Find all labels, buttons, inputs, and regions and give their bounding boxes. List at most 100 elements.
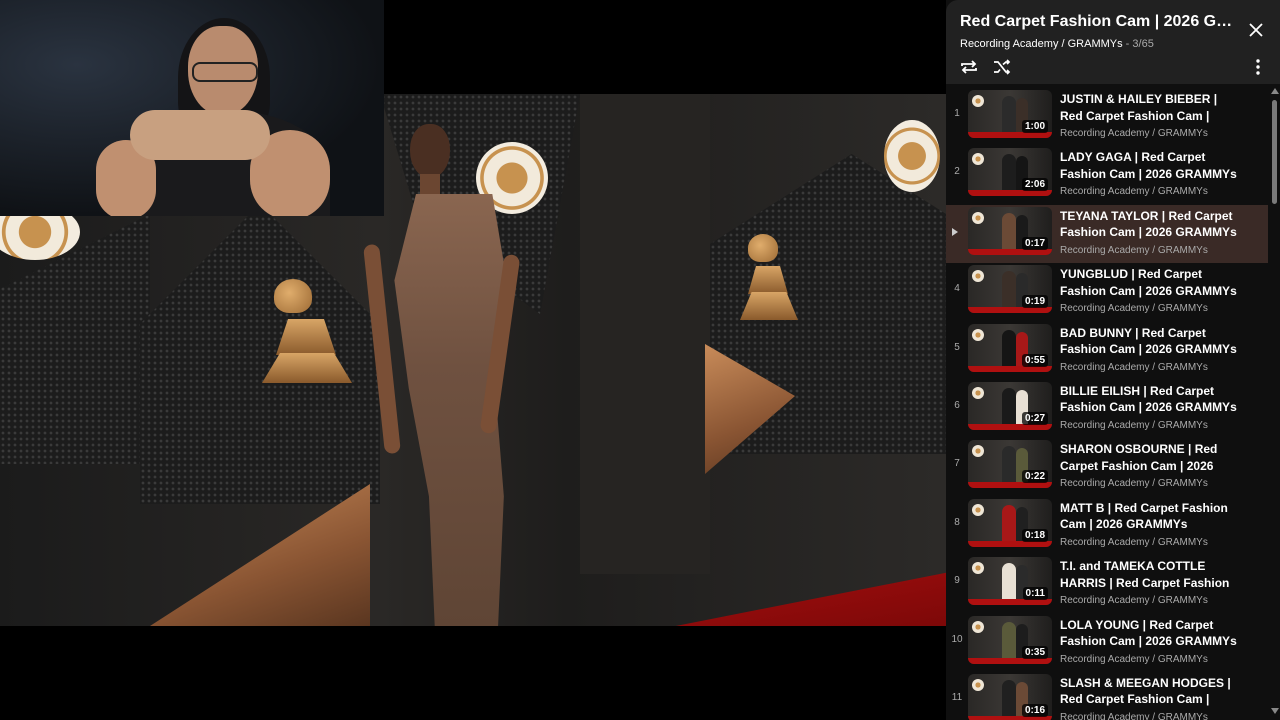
playlist-item-index: 11 [951, 691, 963, 703]
playlist-item-index: 4 [954, 283, 960, 295]
video-thumbnail[interactable]: 0:19 [968, 265, 1052, 314]
video-thumbnail[interactable]: 0:55 [968, 323, 1052, 372]
playlist-item-info: MATT B | Red Carpet Fashion Cam | 2026 G… [1060, 497, 1238, 548]
scroll-thumb[interactable] [1272, 100, 1277, 204]
heart-hands [130, 110, 270, 160]
video-title[interactable]: MATT B | Red Carpet Fashion Cam | 2026 G… [1060, 500, 1238, 533]
video-duration: 0:22 [1021, 470, 1048, 484]
playlist-item-index: 2 [954, 166, 960, 178]
playlist-item[interactable]: 11 0:16 SLASH & MEEGAN HODGES | Red Carpet… [946, 672, 1268, 720]
more-vert-icon [1256, 59, 1260, 75]
playlist-channel[interactable]: Recording Academy / GRAMMYs [960, 38, 1123, 50]
more-options-button[interactable] [1248, 56, 1268, 78]
video-duration: 0:18 [1021, 528, 1048, 542]
playlist-item[interactable]: 9 0:11 T.I. and TAMEKA COTTLE HARRIS | Red… [946, 555, 1268, 613]
playlist-items: 1 1:00 JUSTIN & HAILEY BIEBER | Red Carpet… [946, 88, 1268, 720]
video-duration: 0:19 [1021, 295, 1048, 309]
video-duration: 0:11 [1022, 587, 1048, 601]
playlist-item-info: TEYANA TAYLOR | Red Carpet Fashion Cam |… [1060, 205, 1238, 256]
close-icon [1249, 23, 1263, 37]
video-title[interactable]: LOLA YOUNG | Red Carpet Fashion Cam | 20… [1060, 617, 1238, 650]
playlist-item-info: T.I. and TAMEKA COTTLE HARRIS | Red Carp… [1060, 555, 1238, 606]
scroll-down-icon[interactable] [1271, 708, 1279, 714]
video-title[interactable]: JUSTIN & HAILEY BIEBER | Red Carpet Fash… [1060, 91, 1238, 124]
scroll-up-icon[interactable] [1271, 88, 1279, 94]
video-thumbnail[interactable]: 0:16 [968, 673, 1052, 720]
video-title[interactable]: LADY GAGA | Red Carpet Fashion Cam | 202… [1060, 149, 1238, 182]
video-thumbnail[interactable]: 2:06 [968, 148, 1052, 197]
video-title[interactable]: BILLIE EILISH | Red Carpet Fashion Cam |… [1060, 383, 1238, 416]
copper-panel [150, 484, 370, 626]
video-channel: Recording Academy / GRAMMYs [1060, 536, 1208, 548]
playlist-item-info: SLASH & MEEGAN HODGES | Red Carpet Fashi… [1060, 672, 1238, 720]
grammy-gramophone-icon [740, 234, 798, 324]
video-title[interactable]: BAD BUNNY | Red Carpet Fashion Cam | 202… [1060, 325, 1238, 358]
video-title[interactable]: SLASH & MEEGAN HODGES | Red Carpet Fashi… [1060, 675, 1238, 708]
video-channel: Recording Academy / GRAMMYs [1060, 711, 1208, 720]
playlist-item-index: 7 [954, 458, 960, 470]
video-thumbnail[interactable]: 0:22 [968, 440, 1052, 489]
cbs-logo-icon [884, 120, 940, 192]
playlist-item-index: 5 [954, 341, 960, 353]
video-title[interactable]: SHARON OSBOURNE | Red Carpet Fashion Cam… [1060, 441, 1238, 474]
webcam-overlay [0, 0, 384, 216]
video-thumbnail[interactable]: 0:27 [968, 381, 1052, 430]
video-channel: Recording Academy / GRAMMYs [1060, 361, 1208, 373]
playlist-item-index: 10 [951, 633, 963, 645]
video-title[interactable]: T.I. and TAMEKA COTTLE HARRIS | Red Carp… [1060, 558, 1238, 591]
video-duration: 0:27 [1021, 411, 1048, 425]
video-duration: 1:00 [1021, 120, 1048, 133]
backdrop-pillar [580, 94, 710, 574]
playlist-item-info: BAD BUNNY | Red Carpet Fashion Cam | 202… [1060, 322, 1238, 373]
playlist-item[interactable]: 0:17 TEYANA TAYLOR | Red Carpet Fashion C… [946, 204, 1268, 264]
video-duration: 0:35 [1021, 645, 1048, 659]
scrollbar[interactable] [1268, 88, 1280, 720]
video-channel: Recording Academy / GRAMMYs [1060, 244, 1208, 256]
celebrity-figure [363, 124, 532, 626]
playlist-item-info: LOLA YOUNG | Red Carpet Fashion Cam | 20… [1060, 614, 1238, 665]
playlist-item-info: JUSTIN & HAILEY BIEBER | Red Carpet Fash… [1060, 88, 1238, 139]
playlist-item[interactable]: 8 0:18 MATT B | Red Carpet Fashion Cam | 2… [946, 497, 1268, 555]
video-title[interactable]: YUNGBLUD | Red Carpet Fashion Cam | 2026… [1060, 266, 1238, 299]
playlist-item[interactable]: 4 0:19 YUNGBLUD | Red Carpet Fashion Cam |… [946, 263, 1268, 321]
playlist-position: 3/65 [1132, 38, 1154, 50]
video-channel: Recording Academy / GRAMMYs [1060, 128, 1208, 139]
playlist-item-index: 8 [954, 516, 960, 528]
playlist-item[interactable]: 10 0:35 LOLA YOUNG | Red Carpet Fashion Ca… [946, 614, 1268, 672]
playlist-subtitle: Recording Academy / GRAMMYs - 3/65 [960, 38, 1154, 50]
playlist-title[interactable]: Red Carpet Fashion Cam | 2026 GRAMMYs [960, 13, 1240, 31]
playlist-item-index: 9 [954, 575, 960, 587]
playlist-item-info: SHARON OSBOURNE | Red Carpet Fashion Cam… [1060, 438, 1238, 489]
grammy-gramophone-icon [262, 279, 352, 389]
video-title[interactable]: TEYANA TAYLOR | Red Carpet Fashion Cam |… [1060, 208, 1238, 241]
video-thumbnail[interactable]: 0:11 [968, 557, 1052, 606]
video-player[interactable] [0, 0, 946, 720]
video-channel: Recording Academy / GRAMMYs [1060, 595, 1208, 607]
playlist-panel: Red Carpet Fashion Cam | 2026 GRAMMYs Re… [946, 0, 1280, 720]
video-duration: 0:55 [1021, 353, 1048, 367]
video-duration: 0:16 [1021, 703, 1048, 717]
shuffle-icon [994, 59, 1011, 75]
playlist-item-info: BILLIE EILISH | Red Carpet Fashion Cam |… [1060, 380, 1238, 431]
video-channel: Recording Academy / GRAMMYs [1060, 419, 1208, 431]
video-thumbnail[interactable]: 1:00 [968, 90, 1052, 138]
watermark [928, 664, 936, 700]
video-thumbnail[interactable]: 0:17 [968, 206, 1052, 255]
video-channel: Recording Academy / GRAMMYs [1060, 186, 1208, 198]
video-thumbnail[interactable]: 0:18 [968, 498, 1052, 547]
playlist-item-index: 6 [954, 399, 960, 411]
shuffle-button[interactable] [989, 55, 1015, 79]
loop-icon [961, 60, 977, 74]
playlist-item-index: 1 [954, 108, 960, 119]
video-thumbnail[interactable]: 0:35 [968, 615, 1052, 664]
playlist-header: Red Carpet Fashion Cam | 2026 GRAMMYs Re… [946, 0, 1280, 84]
playlist-item[interactable]: 5 0:55 BAD BUNNY | Red Carpet Fashion Cam … [946, 322, 1268, 380]
playlist-item-info: YUNGBLUD | Red Carpet Fashion Cam | 2026… [1060, 263, 1238, 314]
playlist-item[interactable]: 7 0:22 SHARON OSBOURNE | Red Carpet Fashio… [946, 438, 1268, 496]
playlist-item[interactable]: 2 2:06 LADY GAGA | Red Carpet Fashion Cam … [946, 146, 1268, 204]
loop-button[interactable] [956, 55, 982, 79]
close-playlist-button[interactable] [1244, 18, 1268, 42]
video-channel: Recording Academy / GRAMMYs [1060, 653, 1208, 665]
playlist-item[interactable]: 1 1:00 JUSTIN & HAILEY BIEBER | Red Carpet… [946, 88, 1268, 146]
playlist-item[interactable]: 6 0:27 BILLIE EILISH | Red Carpet Fashion … [946, 380, 1268, 438]
